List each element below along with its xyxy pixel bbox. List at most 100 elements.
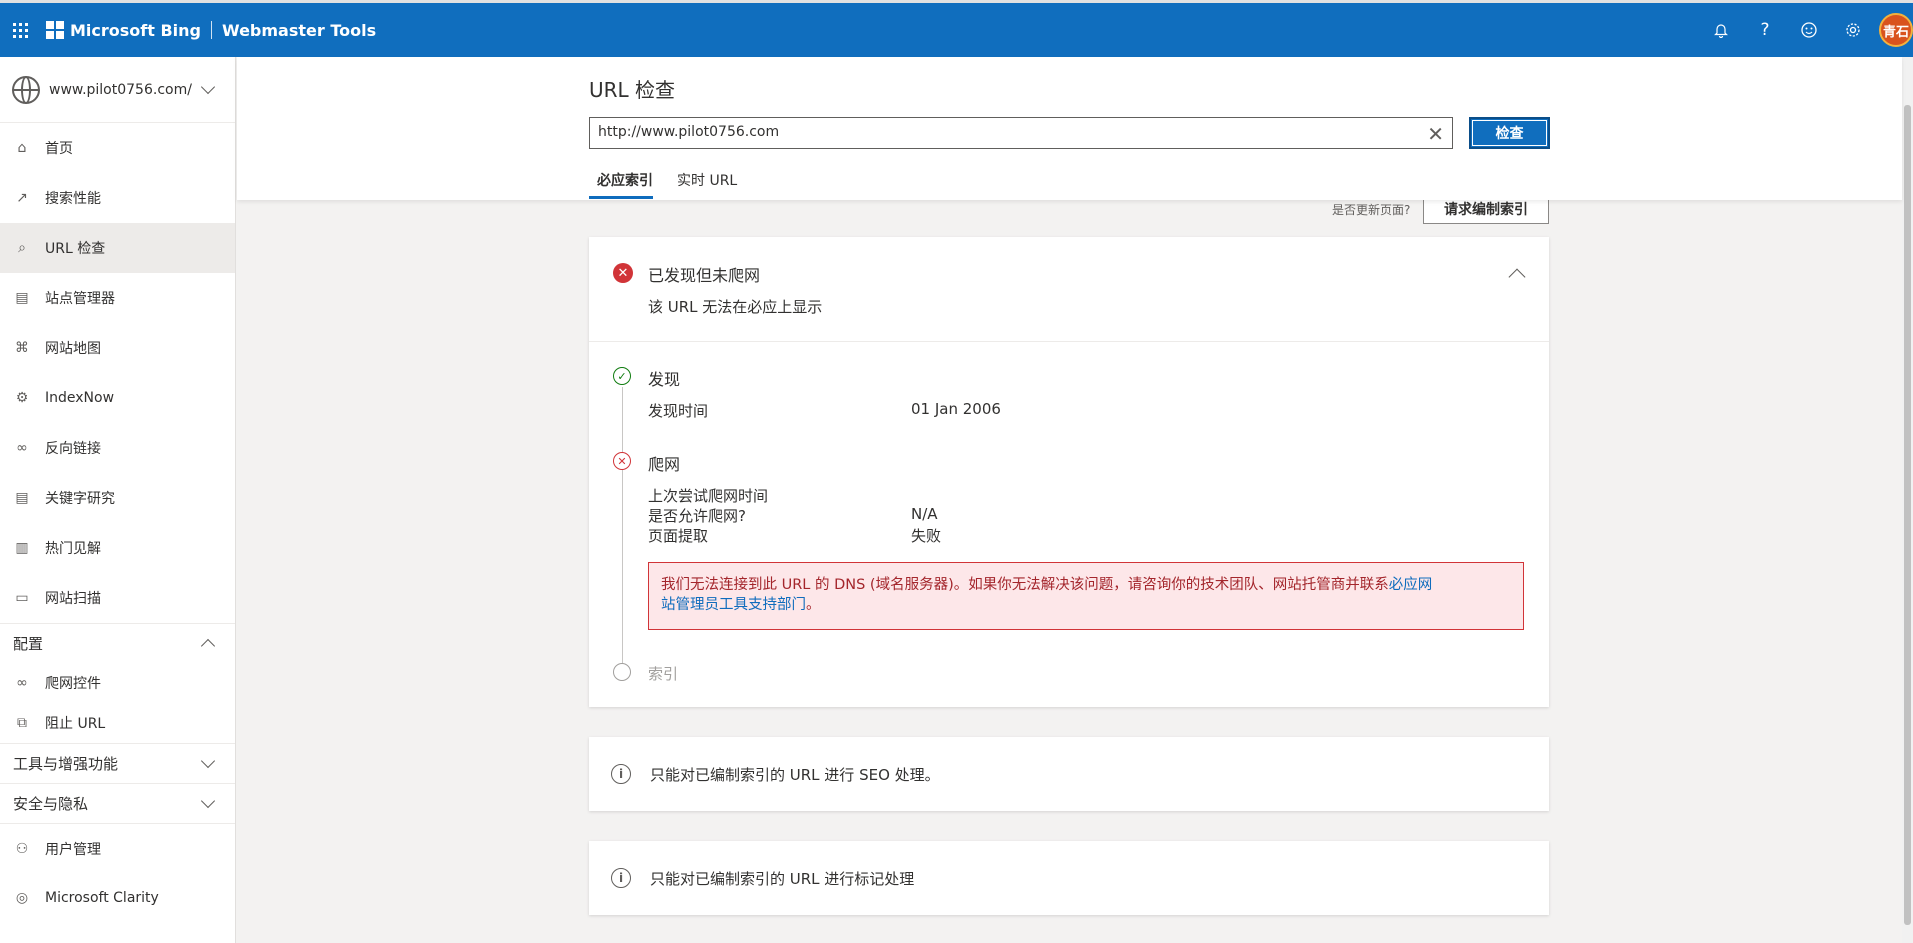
chevron-up-icon[interactable] [1508, 268, 1526, 286]
block-icon: ⧉ [17, 715, 27, 731]
insight-icon: ▥ [15, 540, 29, 556]
microsoft-logo-icon [46, 21, 64, 39]
kv-value: 失败 [911, 527, 942, 545]
link-icon: ∞ [16, 675, 28, 691]
kv-label: 发现时间 [648, 402, 709, 420]
sidebar-item-microsoft-clarity[interactable]: ◎ Microsoft Clarity [0, 873, 235, 923]
sidebar-item-url-inspection[interactable]: ⌕ URL 检查 [0, 223, 235, 273]
scrollbar-thumb[interactable] [1904, 105, 1911, 925]
sidebar-item-backlinks[interactable]: ∞ 反向链接 [0, 423, 235, 473]
sidebar-section-security[interactable]: 安全与隐私 [0, 783, 235, 823]
timeline-line [622, 387, 623, 677]
trend-icon: ↗ [16, 190, 28, 206]
sidebar-item-label: URL 检查 [45, 241, 106, 257]
info-text: 只能对已编制索引的 URL 进行标记处理 [650, 869, 915, 888]
sidebar-item-site-explorer[interactable]: ▤ 站点管理器 [0, 273, 235, 323]
feedback-smiley-icon[interactable] [1787, 3, 1831, 57]
support-link[interactable]: 必应网 [1389, 577, 1433, 593]
chevron-down-icon [200, 79, 216, 95]
sidebar-item-crawl-control[interactable]: ∞ 爬网控件 [0, 663, 235, 703]
error-text: 我们无法连接到此 URL 的 DNS (域名服务器)。如果你无法解决该问题，请咨… [661, 577, 1389, 593]
sidebar-item-search-performance[interactable]: ↗ 搜索性能 [0, 173, 235, 223]
sidebar-item-label: 反向链接 [45, 441, 101, 457]
sidebar-item-keyword-research[interactable]: ▤ 关键字研究 [0, 473, 235, 523]
globe-icon [12, 75, 40, 104]
check-circle-icon: ✓ [613, 367, 631, 385]
sidebar-item-label: Microsoft Clarity [45, 890, 159, 906]
info-icon: i [611, 764, 631, 784]
sidebar-item-block-urls[interactable]: ⧉ 阻止 URL [0, 703, 235, 743]
site-name: www.pilot0756.com/ [49, 81, 192, 98]
section-label: 安全与隐私 [13, 795, 89, 813]
sidebar: www.pilot0756.com/ ⌂ 首页 ↗ 搜索性能 ⌕ URL 检查 … [0, 57, 236, 943]
scrollbar[interactable] [1902, 57, 1913, 943]
inspect-button[interactable]: 检查 [1469, 117, 1550, 149]
product-name[interactable]: Webmaster Tools [222, 21, 376, 40]
gear-icon: ⚙ [15, 390, 29, 406]
site-picker[interactable]: www.pilot0756.com/ [0, 57, 235, 123]
sidebar-item-label: 关键字研究 [45, 491, 115, 507]
sidebar-item-label: IndexNow [45, 390, 115, 406]
step-title: 发现 [648, 370, 681, 389]
top-bar: Microsoft Bing Webmaster Tools ? 青石 [0, 0, 1913, 57]
close-icon[interactable]: ✕ [1427, 122, 1444, 146]
section-label: 工具与增强功能 [13, 755, 119, 773]
active-tab-indicator [589, 196, 653, 199]
bell-icon[interactable] [1699, 3, 1743, 57]
sidebar-item-label: 阻止 URL [45, 716, 106, 732]
sidebar-item-label: 首页 [45, 141, 73, 157]
inspection-header: URL 检查 http://www.pilot0756.com ✕ 检查 必应索… [237, 57, 1902, 200]
error-circle-icon: ✕ [613, 452, 631, 470]
sidebar-section-tools[interactable]: 工具与增强功能 [0, 743, 235, 783]
list-icon: ▤ [15, 290, 29, 306]
chevron-up-icon [200, 638, 216, 654]
user-icon: ⚇ [15, 840, 29, 857]
help-icon[interactable]: ? [1743, 3, 1787, 57]
step-title: 索引 [648, 665, 679, 683]
info-icon: i [611, 868, 631, 888]
sidebar-item-label: 网站地图 [45, 341, 101, 357]
status-subtitle: 该 URL 无法在必应上显示 [648, 298, 823, 316]
waffle-icon [12, 22, 28, 38]
sidebar-item-indexnow[interactable]: ⚙ IndexNow [0, 373, 235, 423]
section-label: 配置 [13, 635, 44, 653]
kv-label: 上次尝试爬网时间 [648, 487, 769, 505]
sidebar-item-label: 站点管理器 [45, 291, 115, 307]
chevron-down-icon [200, 793, 216, 809]
pending-circle-icon [613, 663, 631, 681]
kv-value: 01 Jan 2006 [911, 400, 1001, 418]
error-text-end: 。 [806, 597, 821, 613]
scan-icon: ▭ [15, 590, 29, 606]
error-icon: ✕ [613, 263, 633, 283]
info-text: 只能对已编制索引的 URL 进行 SEO 处理。 [650, 765, 940, 784]
page-title: URL 检查 [589, 78, 676, 102]
sidebar-item-insights[interactable]: ▥ 热门见解 [0, 523, 235, 573]
sidebar-section-config[interactable]: 配置 [0, 623, 235, 663]
home-icon: ⌂ [17, 140, 27, 156]
kv-value: N/A [911, 505, 938, 523]
document-icon: ▤ [15, 490, 29, 506]
app-launcher-button[interactable] [0, 2, 40, 59]
avatar[interactable]: 青石 [1879, 13, 1913, 47]
brand-name[interactable]: Microsoft Bing [70, 21, 201, 40]
link-icon: ∞ [16, 440, 28, 456]
gear-icon[interactable] [1831, 3, 1875, 57]
markup-info-card: i 只能对已编制索引的 URL 进行标记处理 [589, 841, 1549, 915]
url-input[interactable]: http://www.pilot0756.com ✕ [589, 117, 1453, 149]
sidebar-item-label: 热门见解 [45, 541, 101, 557]
status-header[interactable]: ✕ 已发现但未爬网 该 URL 无法在必应上显示 [589, 237, 1549, 342]
step-title: 爬网 [648, 455, 681, 474]
clarity-icon: ◎ [15, 890, 29, 906]
sidebar-item-site-scan[interactable]: ▭ 网站扫描 [0, 573, 235, 623]
sidebar-item-label: 网站扫描 [45, 591, 101, 607]
sidebar-item-label: 爬网控件 [45, 676, 101, 692]
sidebar-item-sitemaps[interactable]: ⌘ 网站地图 [0, 323, 235, 373]
support-link[interactable]: 站管理员工具支持部门 [661, 597, 806, 613]
request-prompt: 是否更新页面? [1332, 203, 1411, 217]
sitemap-icon: ⌘ [15, 340, 29, 356]
tab-bing-index[interactable]: 必应索引 [597, 170, 653, 190]
sidebar-item-user-management[interactable]: ⚇ 用户管理 [0, 823, 235, 873]
sidebar-item-home[interactable]: ⌂ 首页 [0, 123, 235, 173]
sidebar-item-label: 用户管理 [45, 841, 101, 858]
tab-live-url[interactable]: 实时 URL [677, 170, 737, 190]
